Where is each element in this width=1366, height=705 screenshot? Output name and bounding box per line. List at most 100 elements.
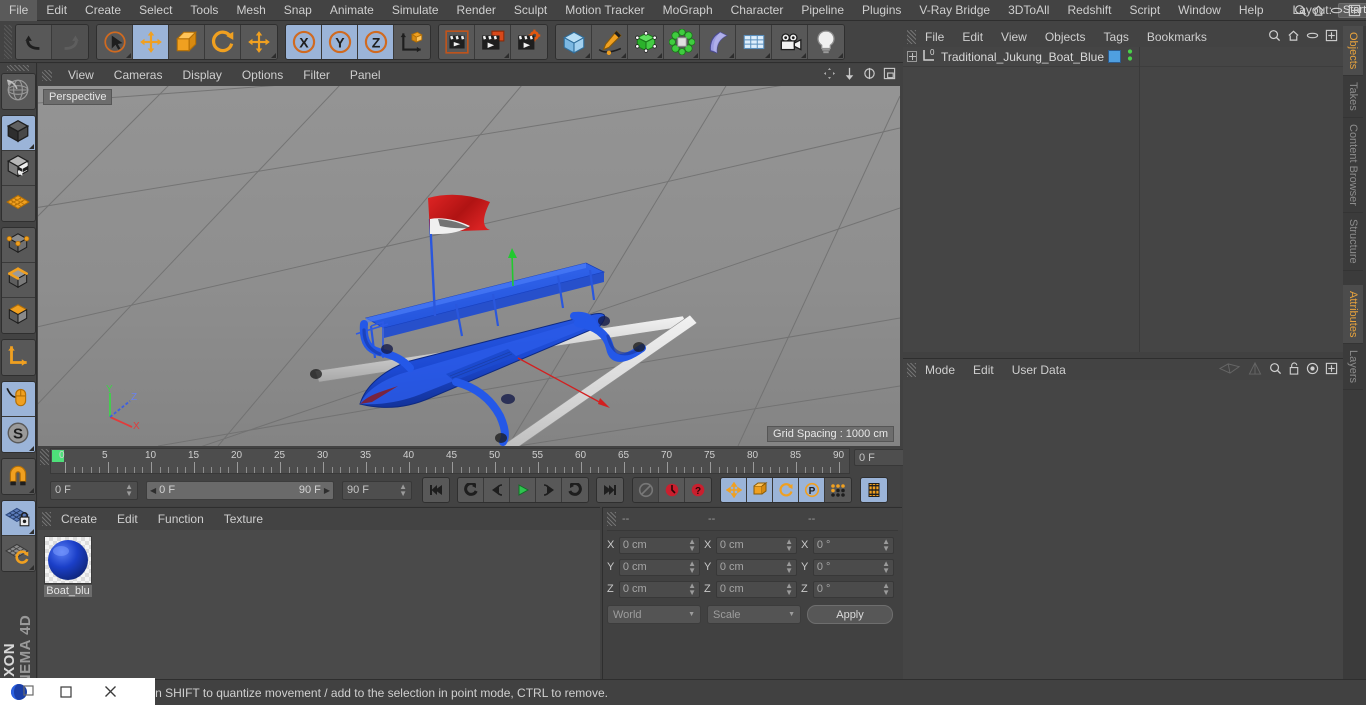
c4d-sphere-icon[interactable] [0,678,44,705]
render-settings-button[interactable] [511,24,547,59]
texture-mode-button[interactable] [1,150,35,186]
submenu-corner-indicator[interactable] [504,52,509,58]
coordinates-rotation-field[interactable]: 0 ° ▲ ▼ [812,536,894,554]
redo-button[interactable] [52,24,88,59]
add-deformer-button[interactable] [700,24,736,59]
menu-item-render[interactable]: Render [448,0,505,21]
live-selection-tool[interactable] [97,24,133,59]
enable-axis-button[interactable]: S [1,416,35,452]
spinner-icon[interactable]: ▲▼ [688,560,696,575]
object-menu-view[interactable]: View [992,30,1036,44]
spinner-icon[interactable]: ▲▼ [125,483,133,498]
object-menu-bookmarks[interactable]: Bookmarks [1138,30,1216,44]
timeline-range-bar[interactable]: ◀ 0 F 90 F ▶ [146,480,334,500]
material-tag-icon[interactable] [1108,50,1121,63]
submenu-corner-indicator[interactable] [28,143,34,149]
viewport-menu-options[interactable]: Options [232,68,293,82]
object-manager-row[interactable]: 0 Traditional_Jukung_Boat_Blue [903,47,1343,67]
menu-item-window[interactable]: Window [1169,0,1230,21]
rotation-key-button[interactable] [773,478,799,502]
world-object-coordinate-button[interactable] [394,24,430,59]
spinner-icon[interactable]: ▲▼ [785,560,793,575]
viewport-grip[interactable] [42,69,52,81]
timeline-filmstrip-button[interactable] [861,478,887,502]
play-forward-button[interactable] [510,478,536,502]
object-manager-grip[interactable] [907,29,916,44]
material-manager-grip[interactable] [42,512,51,526]
workplane-lock-button[interactable] [1,500,35,536]
planar-workplane-button[interactable] [1,535,35,571]
submenu-corner-indicator[interactable] [271,52,276,58]
axis-mode-button[interactable] [1,339,35,375]
spinner-icon[interactable]: ▲▼ [399,483,407,498]
submenu-corner-indicator[interactable] [693,52,698,58]
menu-item-v-ray-bridge[interactable]: V-Ray Bridge [910,0,999,21]
add-light-button[interactable] [808,24,844,59]
submenu-corner-indicator[interactable] [28,487,34,493]
add-scene-object-button[interactable] [736,24,772,59]
object-menu-file[interactable]: File [916,30,953,44]
menu-item-plugins[interactable]: Plugins [853,0,910,21]
render-to-picture-viewer-button[interactable] [475,24,511,59]
viewport-solo-button[interactable] [1,381,35,417]
maximize-viewport-icon[interactable] [883,67,896,83]
go-to-next-key-button[interactable] [562,478,588,502]
panel-tab-objects[interactable]: Objects [1343,26,1363,77]
attributes-menu-user-data[interactable]: User Data [1003,363,1075,377]
range-right-arrow-icon[interactable]: ▶ [324,486,330,495]
polygon-mode-button[interactable] [1,297,35,333]
attributes-menu-edit[interactable]: Edit [964,363,1003,377]
spinner-icon[interactable]: ▲▼ [785,582,793,597]
menu-item-snap[interactable]: Snap [275,0,321,21]
object-menu-objects[interactable]: Objects [1036,30,1095,44]
search-icon[interactable] [1268,29,1281,45]
undo-button[interactable] [16,24,52,59]
make-editable-button[interactable] [1,73,35,109]
left-toolbar-grip[interactable] [7,65,29,71]
coordinates-rotation-field[interactable]: 0 ° ▲ ▼ [812,580,894,598]
menu-item-tools[interactable]: Tools [181,0,227,21]
pan-icon[interactable] [823,67,836,83]
coordinates-size-field[interactable]: 0 cm ▲ ▼ [715,580,797,598]
material-menu-function[interactable]: Function [148,512,214,526]
submenu-corner-indicator[interactable] [126,52,131,58]
add-cube-button[interactable] [556,24,592,59]
restore-window-button[interactable] [44,678,88,705]
menu-item-mesh[interactable]: Mesh [227,0,274,21]
submenu-corner-indicator[interactable] [765,52,770,58]
material-menu-edit[interactable]: Edit [107,512,148,526]
target-icon[interactable] [1306,362,1319,378]
expand-icon[interactable] [1325,362,1338,378]
submenu-corner-indicator[interactable] [585,52,590,58]
submenu-corner-indicator[interactable] [729,52,734,58]
parametric-move-tool[interactable] [241,24,277,59]
menu-item-script[interactable]: Script [1120,0,1169,21]
forward-nav-icon[interactable] [1247,361,1263,378]
panel-tab-layers[interactable]: Layers [1343,344,1363,391]
go-to-next-frame-button[interactable] [536,478,562,502]
lock-z-axis-button[interactable]: Z [358,24,394,59]
spinner-icon[interactable]: ▲▼ [882,582,890,597]
panel-tab-content-browser[interactable]: Content Browser [1343,118,1363,213]
menu-item-3dtoall[interactable]: 3DToAll [999,0,1058,21]
spinner-icon[interactable]: ▲▼ [882,560,890,575]
material-manager-body[interactable]: Boat_blu [38,530,600,679]
submenu-corner-indicator[interactable] [28,445,34,451]
submenu-corner-indicator[interactable] [657,52,662,58]
visibility-dots-icon[interactable] [1127,48,1133,65]
submenu-corner-indicator[interactable] [838,52,843,58]
coordinates-size-field[interactable]: 0 cm ▲ ▼ [715,536,797,554]
submenu-corner-indicator[interactable] [28,564,34,570]
timeline-grip[interactable] [40,449,49,465]
toolbar-grip[interactable] [4,24,12,59]
parameter-key-button[interactable]: P [799,478,825,502]
point-mode-button[interactable] [1,227,35,263]
apply-button[interactable]: Apply [807,605,893,624]
enable-snap-button[interactable] [1,458,35,494]
go-to-previous-frame-button[interactable] [484,478,510,502]
viewport-menu-view[interactable]: View [58,68,104,82]
menu-item-motion-tracker[interactable]: Motion Tracker [556,0,653,21]
home-icon[interactable] [1312,4,1325,17]
coordinates-size-field[interactable]: 0 cm ▲ ▼ [715,558,797,576]
menu-item-file[interactable]: File [0,0,38,21]
